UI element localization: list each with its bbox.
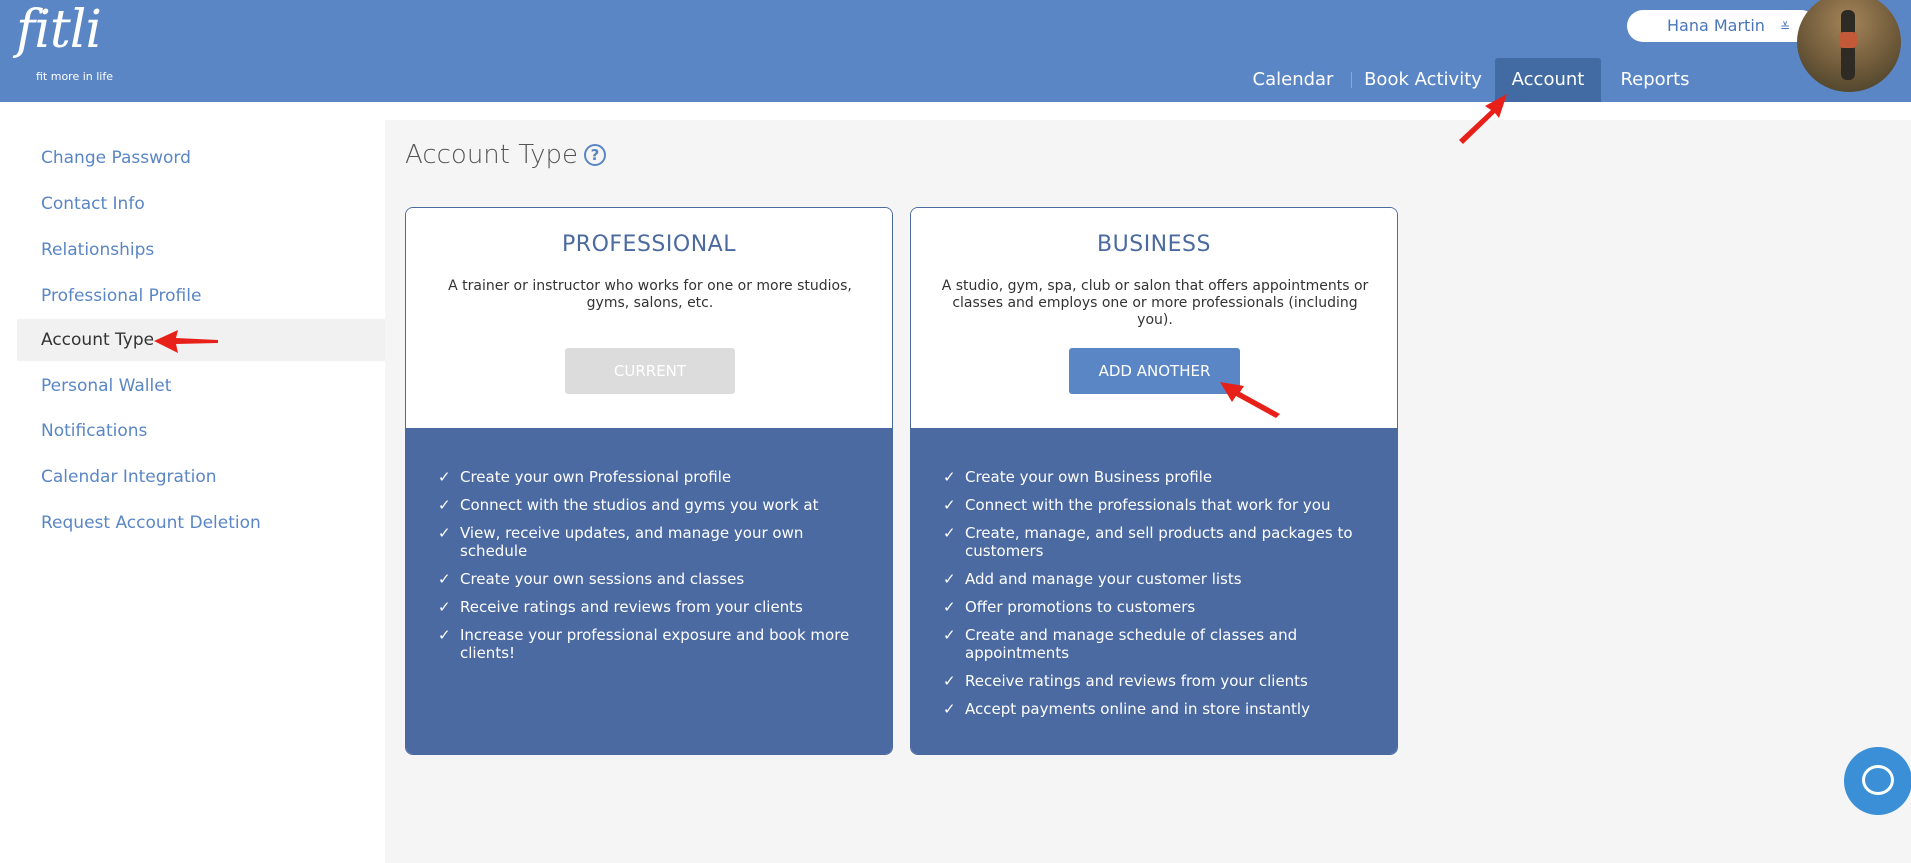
check-icon: ✓	[438, 626, 451, 644]
check-icon: ✓	[943, 468, 956, 486]
sidebar-item-request-account-deletion[interactable]: Request Account Deletion	[17, 502, 385, 544]
annotation-arrow-account-tab	[1459, 94, 1507, 144]
current-button: CURRENT	[565, 348, 735, 394]
main-content: Account Type? PROFESSIONAL A trainer or …	[385, 120, 1911, 863]
feature-item: ✓ Offer promotions to customers	[943, 598, 1196, 616]
sidebar-item-contact-info[interactable]: Contact Info	[17, 183, 385, 225]
card-features: ✓ Create your own Professional profile ✓ C…	[406, 428, 892, 754]
check-icon: ✓	[438, 570, 451, 588]
chevron-down-icon: ≚	[1780, 20, 1791, 34]
nav-divider	[1351, 72, 1352, 88]
check-icon: ✓	[943, 626, 956, 644]
feature-item: ✓ Create your own sessions and classes	[438, 570, 745, 588]
check-icon: ✓	[438, 598, 451, 616]
feature-item: ✓ Create, manage, and sell products and p…	[943, 524, 1353, 560]
check-icon: ✓	[943, 524, 956, 542]
card-description: A studio, gym, spa, club or salon that o…	[941, 278, 1369, 328]
help-icon[interactable]: ?	[583, 144, 606, 166]
add-another-button[interactable]: ADD ANOTHER	[1069, 348, 1240, 394]
check-icon: ✓	[943, 570, 956, 588]
card-title: BUSINESS	[1097, 232, 1211, 257]
feature-item: ✓ Connect with the professionals that wor…	[943, 496, 1331, 514]
check-icon: ✓	[943, 598, 956, 616]
card-features: ✓ Create your own Business profile ✓ Conne…	[911, 428, 1397, 754]
sidebar-item-professional-profile[interactable]: Professional Profile	[17, 275, 385, 317]
chat-launcher-icon[interactable]	[1844, 747, 1911, 815]
user-menu[interactable]: Hana Martin ≚	[1627, 10, 1817, 42]
check-icon: ✓	[943, 672, 956, 690]
feature-item: ✓ Add and manage your customer lists	[943, 570, 1242, 588]
sidebar-item-calendar-integration[interactable]: Calendar Integration	[17, 456, 385, 498]
card-header: BUSINESS A studio, gym, spa, club or sal…	[911, 208, 1397, 428]
annotation-arrow-account-type	[154, 330, 218, 353]
page-title-text: Account Type	[405, 140, 578, 170]
feature-item: ✓ Accept payments online and in store ins…	[943, 700, 1310, 718]
logo-wordmark: fitli	[16, 0, 102, 60]
feature-item: ✓ Receive ratings and reviews from your c…	[943, 672, 1308, 690]
main-nav: Calendar Book Activity Account Reports	[0, 58, 1911, 102]
account-sidebar: Change Password Contact Info Relationshi…	[0, 102, 385, 863]
nav-calendar[interactable]: Calendar	[1245, 58, 1341, 102]
check-icon: ✓	[438, 496, 451, 514]
check-icon: ✓	[943, 700, 956, 718]
card-title: PROFESSIONAL	[562, 232, 736, 257]
top-header: fitli fit more in life Hana Martin ≚ Cal…	[0, 0, 1911, 102]
user-name: Hana Martin	[1667, 16, 1765, 35]
check-icon: ✓	[943, 496, 956, 514]
check-icon: ✓	[438, 524, 451, 542]
sidebar-item-personal-wallet[interactable]: Personal Wallet	[17, 365, 385, 407]
sidebar-item-change-password[interactable]: Change Password	[17, 137, 385, 179]
card-header: PROFESSIONAL A trainer or instructor who…	[406, 208, 892, 428]
business-card: BUSINESS A studio, gym, spa, club or sal…	[910, 207, 1398, 755]
sidebar-item-relationships[interactable]: Relationships	[17, 229, 385, 271]
annotation-arrow-add-another	[1220, 382, 1280, 418]
feature-item: ✓ Create your own Professional profile	[438, 468, 732, 486]
feature-item: ✓ Create and manage schedule of classes a…	[943, 626, 1298, 662]
check-icon: ✓	[438, 468, 451, 486]
feature-item: ✓ Connect with the studios and gyms you w…	[438, 496, 819, 514]
fitli-logo[interactable]: fitli fit more in life	[16, 0, 113, 83]
feature-item: ✓ Receive ratings and reviews from your c…	[438, 598, 803, 616]
feature-item: ✓ Increase your professional exposure and…	[438, 626, 850, 662]
feature-item: ✓ Create your own Business profile	[943, 468, 1213, 486]
nav-reports[interactable]: Reports	[1612, 58, 1698, 102]
card-description: A trainer or instructor who works for on…	[448, 278, 852, 311]
professional-card: PROFESSIONAL A trainer or instructor who…	[405, 207, 893, 755]
page-title: Account Type?	[405, 140, 606, 170]
feature-item: ✓ View, receive updates, and manage your …	[438, 524, 804, 560]
sidebar-item-notifications[interactable]: Notifications	[17, 410, 385, 452]
